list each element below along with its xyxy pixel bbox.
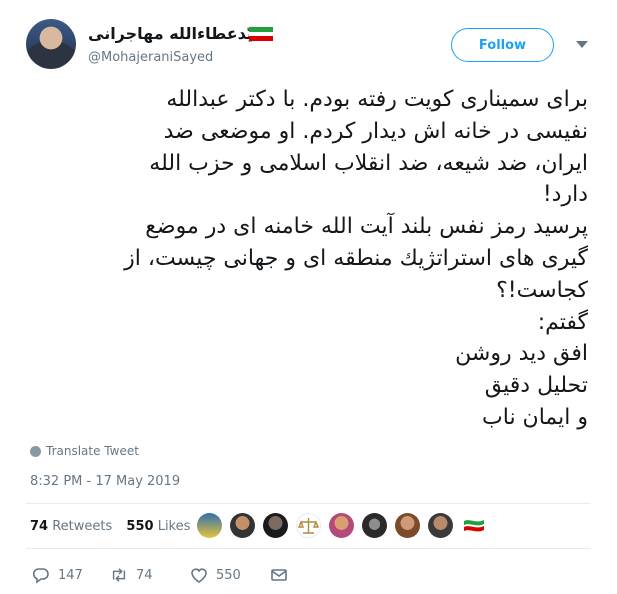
tweet-line: گفتم: — [537, 309, 588, 335]
likes-label: Likes — [157, 519, 191, 534]
envelope-icon — [271, 569, 287, 581]
tweet-line: افق دید روشن — [455, 341, 588, 367]
liker-avatar[interactable] — [461, 513, 486, 538]
retweet-count: 74 — [136, 567, 153, 583]
tweet-line: و ایمان ناب — [482, 404, 588, 430]
likes-count: 550 — [126, 519, 154, 534]
retweet-button[interactable]: 74 — [110, 566, 153, 584]
liker-avatar[interactable] — [263, 513, 288, 538]
likes-stat[interactable]: 550 Likes — [126, 519, 190, 534]
retweet-icon — [112, 568, 126, 582]
reply-button[interactable]: 147 — [32, 566, 83, 584]
tweet-text: برای سمیناری کویت رفته بودم. با دکتر عبد… — [24, 84, 588, 434]
tweet-line: برای سمیناری کویت رفته بودم. با دکتر عبد… — [166, 87, 588, 112]
display-name[interactable]: سیّدعطاءالله مهاجرانی — [88, 24, 269, 43]
tweet-timestamp[interactable]: 8:32 PM - 17 May 2019 — [30, 474, 180, 489]
globe-icon — [30, 445, 41, 457]
translate-tweet-link[interactable]: Translate Tweet — [30, 444, 139, 458]
follow-button[interactable]: Follow — [451, 28, 554, 62]
user-handle[interactable]: @MohajeraniSayed — [88, 50, 213, 65]
tweet-line: دارد! — [542, 182, 588, 208]
tweet-line: ایران، ضد شیعه، ضد انقلاب اسلامی و حزب ا… — [149, 150, 588, 176]
liker-avatar[interactable] — [197, 513, 222, 538]
liker-avatar[interactable] — [362, 513, 387, 538]
liker-avatar[interactable] — [428, 513, 453, 538]
liker-avatar[interactable] — [230, 513, 255, 538]
avatar[interactable] — [26, 19, 76, 69]
direct-message-button[interactable] — [270, 566, 288, 584]
action-bar: 147 74 550 — [0, 566, 617, 588]
tweet-line: تحلیل دقیق — [484, 373, 588, 399]
like-count: 550 — [216, 567, 241, 583]
tweet-stats: 74 Retweets 550 Likes — [30, 519, 200, 534]
like-button[interactable]: 550 — [190, 566, 241, 584]
tweet-line: کجاست!؟ — [496, 277, 588, 303]
tweet-line: گیری های استراتژیك منطقه ای و جهانی چیست… — [124, 245, 588, 271]
heart-icon — [191, 568, 207, 583]
iran-flag-icon — [249, 27, 273, 42]
reply-count: 147 — [58, 567, 83, 583]
retweets-count: 74 — [30, 519, 49, 534]
scales-icon[interactable] — [296, 513, 321, 538]
likers-avatars — [197, 513, 486, 538]
divider — [26, 548, 591, 549]
translate-label: Translate Tweet — [46, 444, 139, 458]
liker-avatar[interactable] — [395, 513, 420, 538]
divider — [26, 503, 591, 504]
retweets-stat[interactable]: 74 Retweets — [30, 519, 112, 534]
tweet-line: پرسید رمز نفس بلند آیت الله خامنه ای در … — [145, 214, 588, 240]
reply-icon — [32, 568, 49, 584]
liker-avatar[interactable] — [329, 513, 354, 538]
retweets-label: Retweets — [52, 519, 113, 534]
tweet-line: نفیسی در خانه اش دیدار کردم. او موضعی ضد — [163, 118, 588, 144]
chevron-down-icon[interactable] — [576, 41, 588, 48]
